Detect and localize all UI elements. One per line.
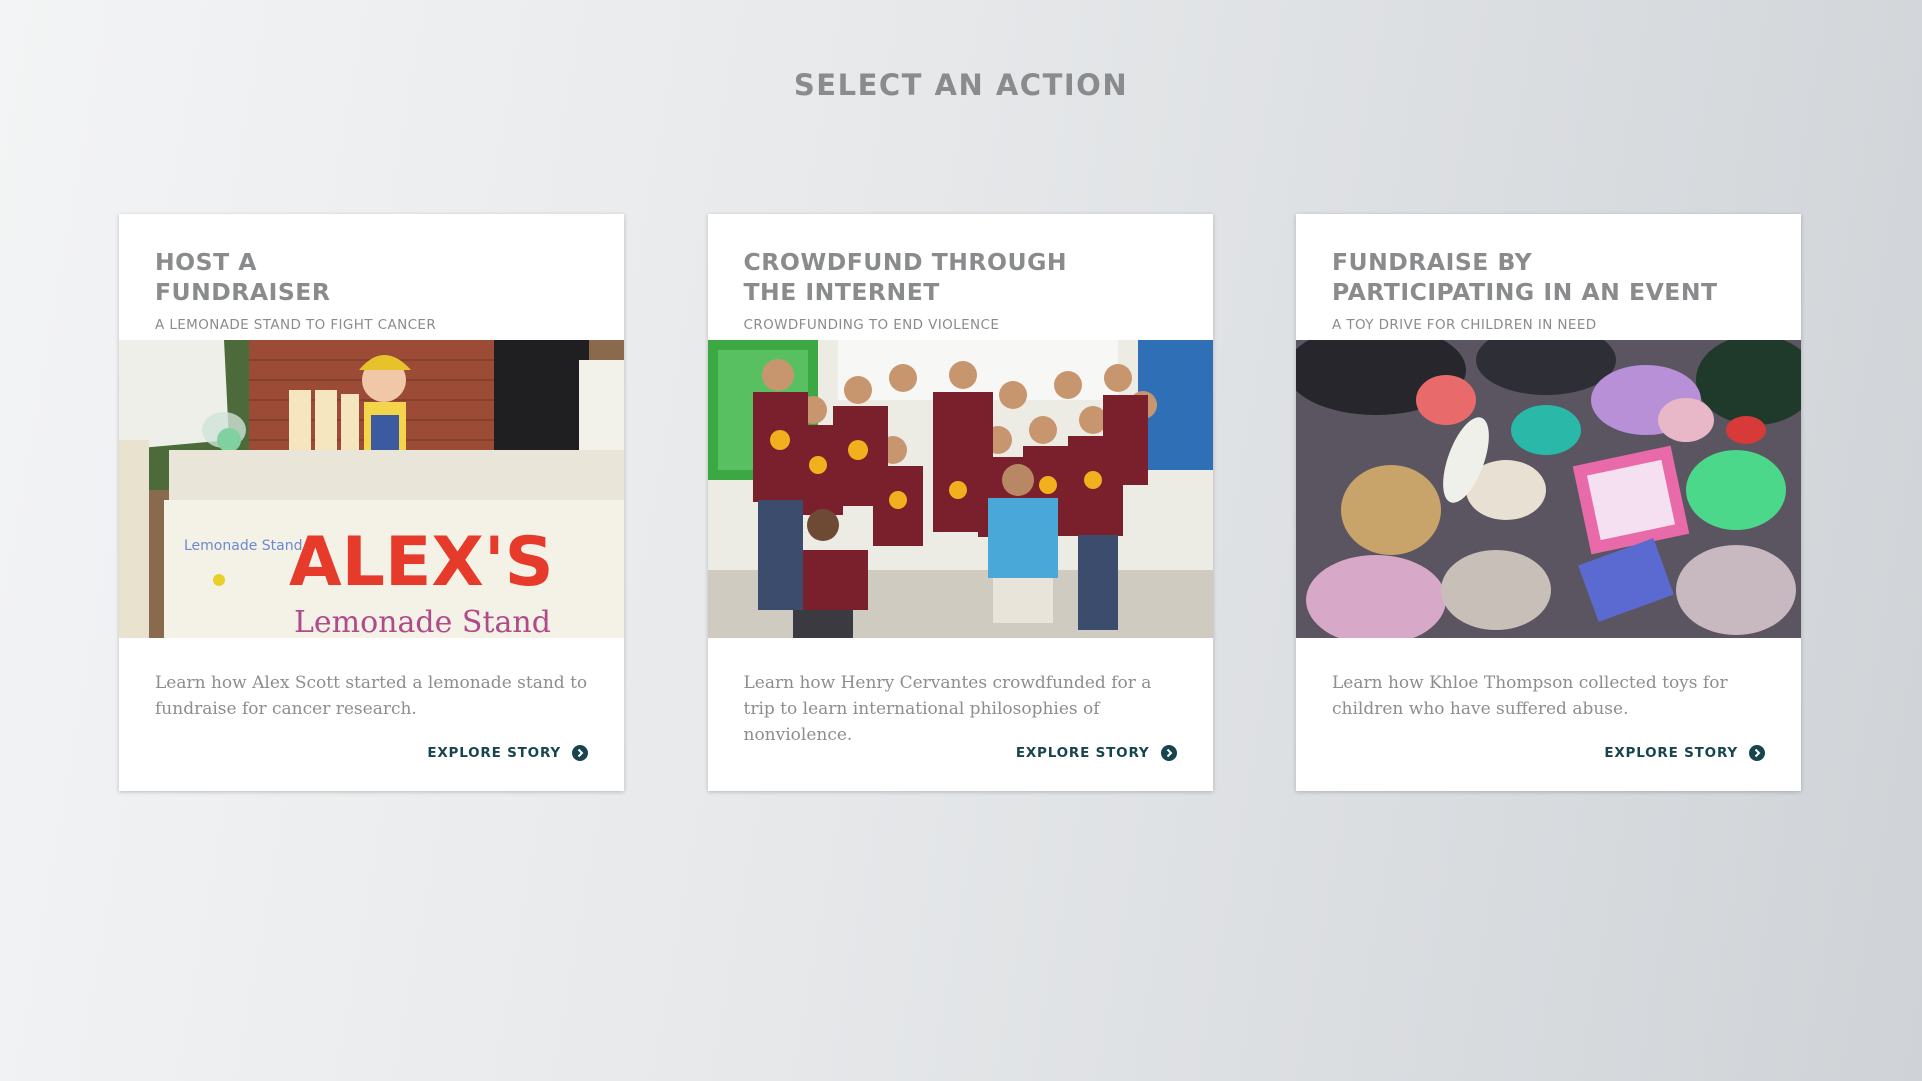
card-subtitle: A LEMONADE STAND TO FIGHT CANCER [155, 317, 437, 333]
sign-text: ALEX'S [289, 523, 554, 602]
chevron-right-circle-icon [1160, 745, 1177, 761]
card-event-fundraise[interactable]: FUNDRAISE BY PARTICIPATING IN AN EVENT A… [1296, 214, 1801, 791]
link-label: EXPLORE STORY [1604, 745, 1738, 761]
card-host-fundraiser[interactable]: HOST A FUNDRAISER A LEMONADE STAND TO FI… [119, 214, 624, 791]
pile-of-toys-photo[interactable] [1296, 340, 1801, 638]
lemonade-stand-photo[interactable]: ALEX'S Lemonade Stand Lemonade Stand [119, 340, 624, 638]
card-description: Learn how Henry Cervantes crowdfunded fo… [743, 673, 1152, 745]
card-header: FUNDRAISE BY PARTICIPATING IN AN EVENT A… [1296, 214, 1801, 340]
action-cards: HOST A FUNDRAISER A LEMONADE STAND TO FI… [119, 214, 1801, 791]
svg-text:Lemonade Stand: Lemonade Stand [294, 605, 551, 638]
link-label: EXPLORE STORY [1015, 745, 1150, 761]
svg-text:Lemonade Stand: Lemonade Stand [184, 538, 303, 554]
card-header: HOST A FUNDRAISER A LEMONADE STAND TO FI… [119, 214, 624, 340]
card-subtitle: CROWDFUNDING TO END VIOLENCE [743, 317, 1000, 333]
card-description: Learn how Khloe Thompson collected toys … [1332, 673, 1728, 719]
card-title: HOST A FUNDRAISER [155, 248, 331, 306]
card-description: Learn how Alex Scott started a lemonade … [155, 673, 588, 719]
card-title: FUNDRAISE BY PARTICIPATING IN AN EVENT [1332, 248, 1718, 306]
card-title: CROWDFUND THROUGH THE INTERNET [743, 248, 1068, 306]
chevron-right-circle-icon [1749, 745, 1765, 761]
explore-story-link[interactable]: EXPLORE STORY [1604, 745, 1765, 761]
chevron-right-circle-icon [572, 745, 588, 761]
page-title: SELECT AN ACTION [793, 68, 1129, 102]
card-subtitle: A TOY DRIVE FOR CHILDREN IN NEED [1332, 317, 1597, 333]
link-label: EXPLORE STORY [427, 745, 561, 761]
card-header: CROWDFUND THROUGH THE INTERNET CROWDFUND… [708, 214, 1213, 340]
card-crowdfund[interactable]: CROWDFUND THROUGH THE INTERNET CROWDFUND… [707, 214, 1213, 791]
explore-story-link[interactable]: EXPLORE STORY [1016, 745, 1177, 761]
group-of-students-photo[interactable] [707, 340, 1213, 638]
explore-story-link[interactable]: EXPLORE STORY [427, 745, 588, 761]
